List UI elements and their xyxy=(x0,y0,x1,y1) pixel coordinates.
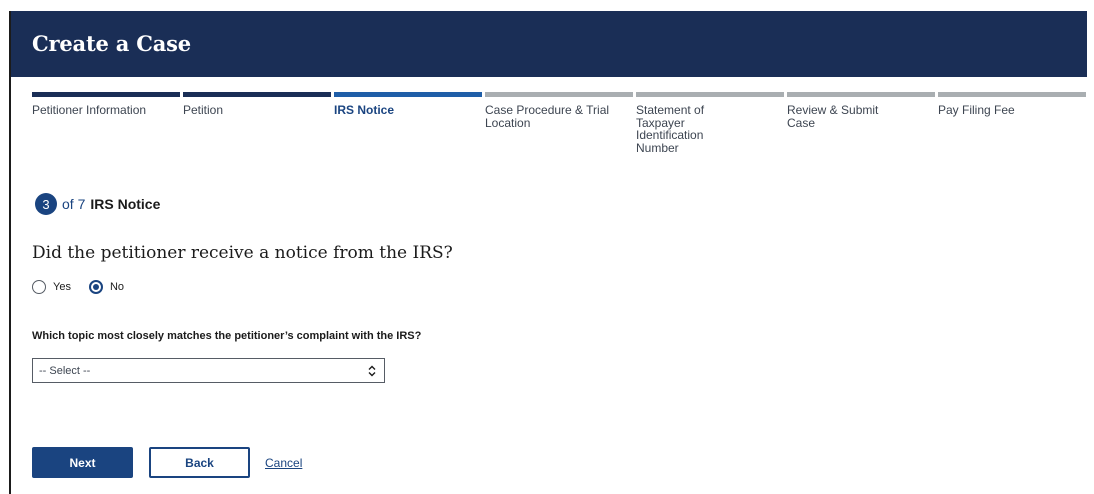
topic-select-value: -- Select -- xyxy=(39,364,91,377)
step-petitioner-information: Petitioner Information xyxy=(32,92,180,117)
cancel-link[interactable]: Cancel xyxy=(265,456,302,470)
step-statement-tin: Statement of Taxpayer Identification Num… xyxy=(636,92,784,155)
step-label: Review & Submit Case xyxy=(787,103,879,130)
step-of-total: of 7 xyxy=(62,196,86,212)
step-label: Petition xyxy=(183,103,224,117)
page-title: Create a Case xyxy=(32,31,191,56)
topic-select[interactable]: -- Select -- xyxy=(32,358,385,383)
topic-label: Which topic most closely matches the pet… xyxy=(32,330,422,342)
step-label: Case Procedure & Trial Location xyxy=(485,103,610,130)
notice-radio-group: Yes No xyxy=(32,280,142,294)
step-counter: 3 of 7 IRS Notice xyxy=(35,192,160,216)
step-bar xyxy=(334,92,482,97)
step-bar xyxy=(183,92,331,97)
step-number-badge: 3 xyxy=(35,193,57,215)
notice-question: Did the petitioner receive a notice from… xyxy=(32,243,453,263)
step-bar xyxy=(787,92,935,97)
step-review-submit: Review & Submit Case xyxy=(787,92,935,129)
select-arrows-icon xyxy=(368,365,376,377)
top-strip xyxy=(0,0,1094,11)
step-bar xyxy=(938,92,1086,97)
radio-no-label[interactable]: No xyxy=(110,281,124,293)
step-label: IRS Notice xyxy=(334,103,395,117)
radio-yes-label[interactable]: Yes xyxy=(53,281,71,293)
radio-yes-circle[interactable] xyxy=(32,280,46,294)
step-name: IRS Notice xyxy=(90,196,161,212)
radio-no-circle[interactable] xyxy=(88,280,103,294)
step-label: Statement of Taxpayer Identification Num… xyxy=(636,103,705,155)
radio-yes[interactable]: Yes xyxy=(32,280,71,294)
step-pay-filing-fee: Pay Filing Fee xyxy=(938,92,1086,117)
back-button[interactable]: Back xyxy=(149,447,250,478)
step-bar xyxy=(32,92,180,97)
step-label: Pay Filing Fee xyxy=(938,103,1015,117)
page: Create a Case Petitioner Information Pet… xyxy=(9,11,1089,494)
step-case-procedure: Case Procedure & Trial Location xyxy=(485,92,633,129)
radio-no[interactable]: No xyxy=(88,280,124,294)
step-petition: Petition xyxy=(183,92,331,117)
step-label: Petitioner Information xyxy=(32,103,147,117)
step-irs-notice: IRS Notice xyxy=(334,92,482,117)
step-indicator: Petitioner Information Petition IRS Noti… xyxy=(32,92,1088,182)
page-header: Create a Case xyxy=(11,11,1087,77)
step-bar xyxy=(636,92,784,97)
step-bar xyxy=(485,92,633,97)
next-button[interactable]: Next xyxy=(32,447,133,478)
